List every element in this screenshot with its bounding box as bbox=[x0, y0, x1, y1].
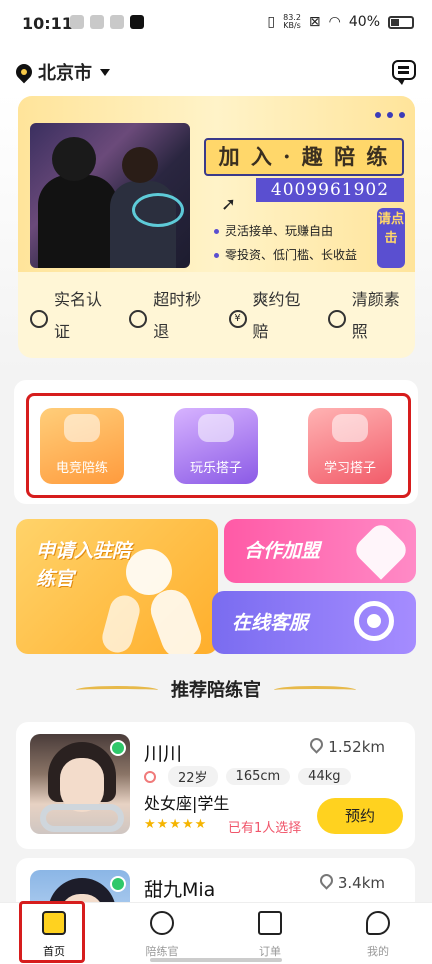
portrait-photo-icon bbox=[327, 310, 346, 328]
guarantee-row: 实名认证 超时秒退 ¥ 爽约包赔 清颜素照 bbox=[18, 272, 415, 358]
click-badge[interactable]: 请点击 bbox=[377, 208, 405, 268]
highlight-box bbox=[19, 901, 85, 963]
apply-label: 申请入驻陪练官 bbox=[36, 540, 132, 590]
companion-card[interactable]: 川川 1.52km 22岁 165cm 44kg 处女座|学生 ★★★★★ 已有… bbox=[16, 722, 415, 849]
guarantee-label: 清颜素照 bbox=[351, 290, 400, 341]
nav-orders[interactable]: 订单 bbox=[216, 903, 324, 964]
banner-feature: 灵活接单、玩赚自由 bbox=[214, 219, 357, 243]
online-dot bbox=[110, 740, 126, 756]
guarantee-item: 超时秒退 bbox=[117, 272, 216, 358]
status-right: ▯ 83.2 KB/s ⊠ ◠ 40% bbox=[267, 14, 414, 30]
gesture-bar[interactable] bbox=[150, 958, 282, 962]
companion-distance: 1.52km bbox=[310, 738, 385, 756]
tiktok-icon bbox=[130, 15, 144, 29]
apply-companion-tile[interactable]: 申请入驻陪练官 bbox=[16, 519, 218, 654]
banner-dots bbox=[375, 112, 405, 118]
banner-features: 灵活接单、玩赚自由 零投资、低门槛、长收益 bbox=[214, 219, 357, 267]
battery-icon bbox=[388, 15, 414, 29]
nav-companion[interactable]: 陪练官 bbox=[108, 903, 216, 964]
sim-off-icon: ⊠ bbox=[308, 14, 321, 30]
location-pin-icon bbox=[12, 60, 36, 84]
booked-count: 已有1人选择 bbox=[228, 821, 302, 836]
weibo-icon bbox=[70, 15, 84, 29]
guarantee-label: 实名认证 bbox=[54, 290, 103, 341]
status-bar: 10:11 ▯ 83.2 KB/s ⊠ ◠ 40% bbox=[0, 0, 432, 52]
wifi-icon: ◠ bbox=[328, 14, 341, 30]
franchise-label: 合作加盟 bbox=[244, 540, 321, 562]
companion-zodiac: 处女座|学生 bbox=[144, 794, 230, 813]
banner-ad[interactable]: 加 入 · 趣 陪 练 ➚ 4009961902 灵活接单、玩赚自由 零投资、低… bbox=[18, 96, 415, 272]
guarantee-item: 清颜素照 bbox=[316, 272, 415, 358]
map-icon bbox=[90, 15, 104, 29]
chat-app-icon bbox=[110, 15, 124, 29]
companion-distance: 3.4km bbox=[320, 874, 385, 892]
app-header: 北京市 bbox=[0, 52, 432, 92]
profile-icon bbox=[366, 911, 390, 935]
customer-service-tile[interactable]: 在线客服 bbox=[212, 591, 416, 654]
nav-label: 陪练官 bbox=[145, 945, 179, 958]
order-icon bbox=[258, 911, 282, 935]
tag-weight: 44kg bbox=[298, 768, 351, 785]
banner-photo bbox=[30, 123, 190, 268]
guarantee-item: ¥ 爽约包赔 bbox=[217, 272, 316, 358]
banner-phone: 4009961902 bbox=[256, 178, 404, 202]
guarantee-item: 实名认证 bbox=[18, 272, 117, 358]
heart-icon bbox=[351, 520, 411, 580]
companion-name: 川川 bbox=[144, 743, 183, 765]
section-title: 推荐陪练官 bbox=[171, 680, 261, 701]
ornament-right bbox=[274, 686, 356, 694]
figure-icon bbox=[126, 549, 172, 595]
banner-headline: 加 入 · 趣 陪 练 bbox=[204, 138, 404, 176]
franchise-tile[interactable]: 合作加盟 bbox=[224, 519, 416, 583]
nav-profile[interactable]: 我的 bbox=[324, 903, 432, 964]
tag-height: 165cm bbox=[225, 768, 291, 785]
banner-feature: 零投资、低门槛、长收益 bbox=[214, 243, 357, 267]
status-time: 10:11 bbox=[22, 14, 73, 33]
companion-tags: 22岁 165cm 44kg bbox=[144, 766, 351, 787]
gender-female-icon bbox=[144, 770, 156, 783]
figure-icon bbox=[145, 584, 207, 654]
service-label: 在线客服 bbox=[232, 612, 309, 634]
book-button[interactable]: 预约 bbox=[317, 798, 403, 834]
arrow-icon: ➚ bbox=[221, 194, 237, 215]
city-selector[interactable]: 北京市 bbox=[12, 59, 110, 85]
nav-label: 我的 bbox=[367, 945, 389, 958]
online-dot bbox=[110, 876, 126, 892]
yen-compensation-icon: ¥ bbox=[228, 310, 247, 328]
vibrate-icon: ▯ bbox=[267, 14, 276, 30]
nav-label: 订单 bbox=[259, 945, 281, 958]
guarantee-label: 超时秒退 bbox=[153, 290, 202, 341]
notification-icons bbox=[70, 15, 144, 29]
companion-name: 甜九Mia bbox=[144, 879, 216, 901]
city-name: 北京市 bbox=[38, 63, 92, 84]
battery-percent: 40% bbox=[348, 14, 380, 30]
chevron-down-icon bbox=[100, 68, 110, 76]
rating-stars: ★★★★★ bbox=[144, 817, 208, 832]
recruit-banner[interactable]: 加 入 · 趣 陪 练 ➚ 4009961902 灵活接单、玩赚自由 零投资、低… bbox=[18, 96, 415, 358]
guarantee-label: 爽约包赔 bbox=[252, 290, 301, 341]
net-speed: 83.2 KB/s bbox=[283, 13, 301, 30]
figure-icon bbox=[99, 592, 143, 654]
tag-age: 22岁 bbox=[168, 766, 218, 787]
message-icon[interactable] bbox=[392, 60, 416, 85]
headset-icon bbox=[354, 601, 394, 641]
companion-icon bbox=[150, 911, 174, 935]
highlight-box bbox=[26, 393, 411, 498]
clock-refund-icon bbox=[129, 310, 148, 328]
verified-user-icon bbox=[30, 310, 48, 328]
